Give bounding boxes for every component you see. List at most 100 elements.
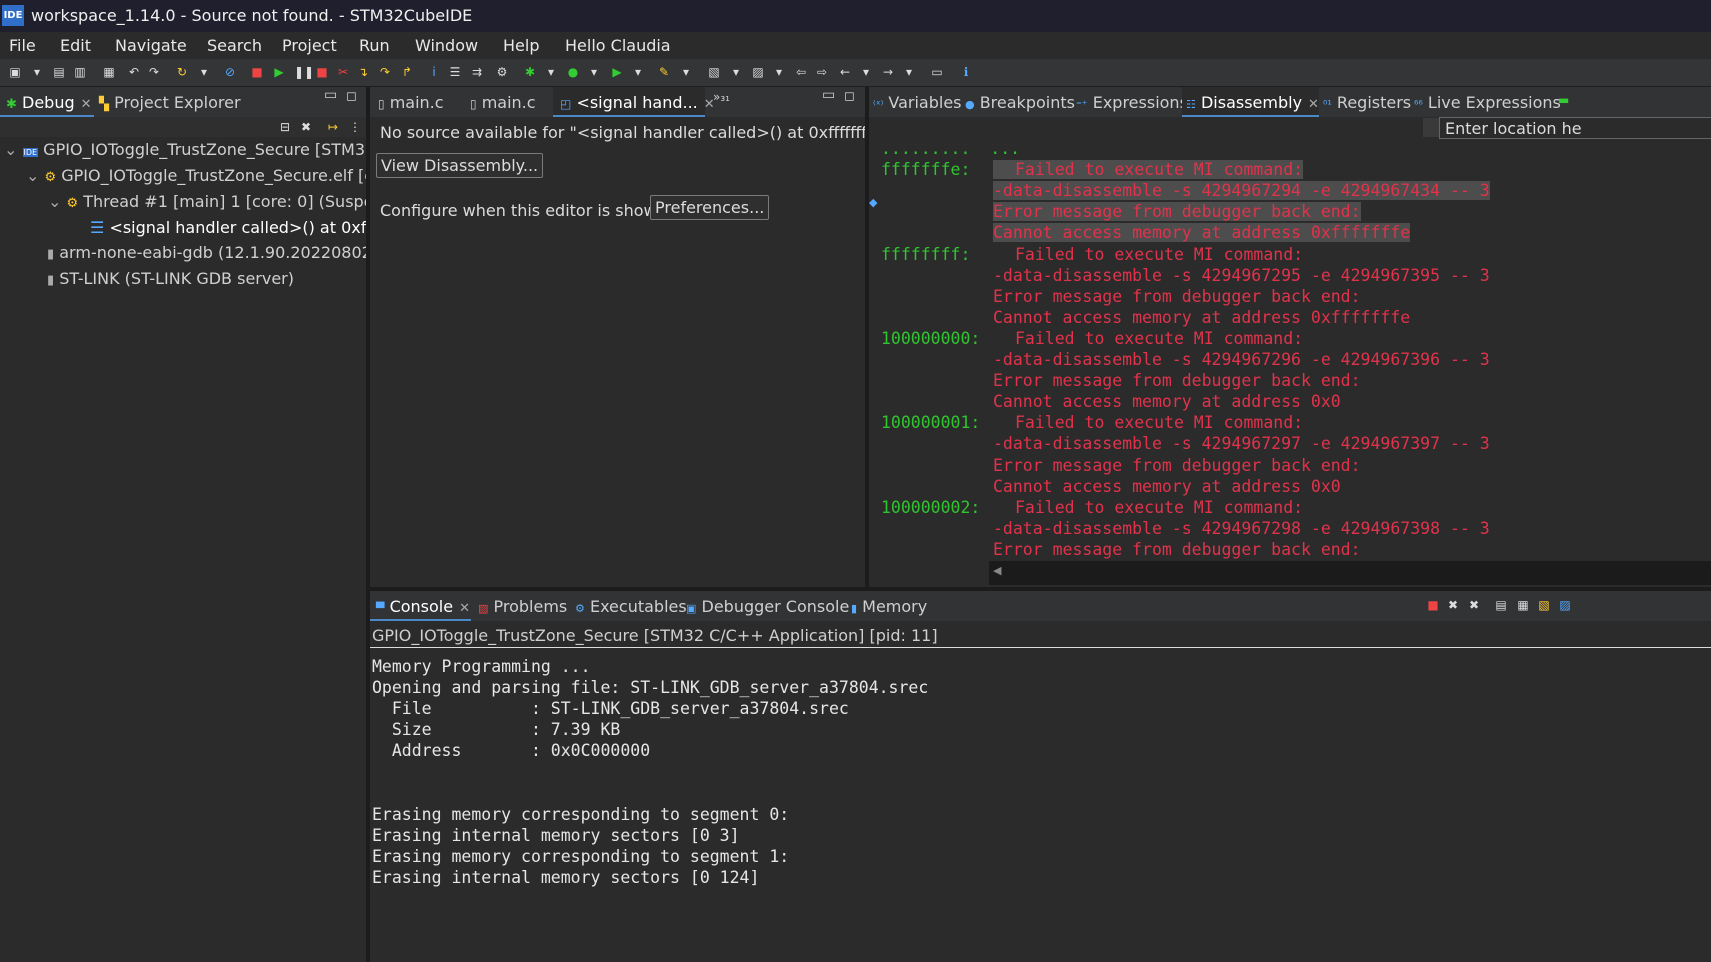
step-filter-icon[interactable]: ↦ [326, 120, 340, 134]
annotation-icon[interactable]: ▧ [707, 65, 721, 79]
tree-item-thread[interactable]: ⌄ ⚙ Thread #1 [main] 1 [core: 0] (Suspen… [48, 192, 404, 211]
more-tabs[interactable]: »₃₁ [713, 90, 730, 104]
perspective-icon[interactable]: ▭ [930, 65, 944, 79]
tab-expressions[interactable]: ⁼⁺ Expressions [1076, 93, 1188, 112]
previous-icon[interactable]: ← [838, 65, 852, 79]
info-icon[interactable]: ℹ [959, 65, 973, 79]
undo-icon[interactable]: ↶ [127, 65, 141, 79]
step-into-icon[interactable]: ↴ [356, 65, 370, 79]
dropdown-icon[interactable]: ▾ [729, 65, 743, 79]
build-icon[interactable]: ▦ [102, 65, 116, 79]
debug-icon[interactable]: ✱ [523, 65, 537, 79]
dropdown-icon[interactable]: ▾ [30, 65, 44, 79]
dropdown-icon[interactable]: ▾ [859, 65, 873, 79]
collapse-all-icon[interactable]: ⊟ [278, 120, 292, 134]
view-disassembly-button[interactable]: View Disassembly... [376, 153, 544, 178]
skip-breakpoints-icon[interactable]: ⊘ [223, 65, 237, 79]
reset-icon[interactable]: ⇉ [470, 65, 484, 79]
view-menu-icon[interactable]: ⋮ [348, 120, 362, 134]
terminate-relaunch-icon[interactable]: ■ [250, 65, 264, 79]
scroll-lock-icon[interactable]: ▦ [1516, 598, 1530, 612]
menu-edit[interactable]: Edit [60, 36, 91, 55]
suspend-icon[interactable]: ❚❚ [294, 65, 314, 79]
tab-problems[interactable]: ▧ Problems [478, 597, 567, 616]
tab-live-expressions[interactable]: ⁶⁶ Live Expressions [1414, 93, 1561, 112]
instruction-stepping-icon[interactable]: i [427, 65, 441, 79]
forward-arrow-icon[interactable]: ⇨ [815, 65, 829, 79]
tab-debugger-console[interactable]: ▣ Debugger Console [686, 597, 849, 616]
menu-hello-user[interactable]: Hello Claudia [565, 36, 671, 55]
new-icon[interactable]: ▣ [8, 65, 22, 79]
tab-memory[interactable]: ▮ Memory [851, 597, 927, 616]
chevron-down-icon[interactable]: ⌄ [26, 166, 39, 185]
tab-signal-handler[interactable]: ◰ <signal hand... ✕ [560, 93, 715, 112]
dropdown-icon[interactable]: ▾ [772, 65, 786, 79]
step-over-icon[interactable]: ↷ [378, 65, 392, 79]
close-icon[interactable]: ✕ [1308, 97, 1319, 112]
tab-main-c-2[interactable]: ▯ main.c [470, 93, 536, 112]
dropdown-icon[interactable]: ▾ [902, 65, 916, 79]
tree-item-launch[interactable]: ⌄ IDE GPIO_IOToggle_TrustZone_Secure [ST… [4, 140, 397, 159]
preferences-button[interactable]: Preferences... [650, 195, 770, 220]
tab-breakpoints[interactable]: ● Breakpoints [965, 93, 1075, 112]
terminate-icon[interactable]: ■ [1426, 598, 1440, 612]
remove-launch-icon[interactable]: ✖ [1446, 598, 1460, 612]
run-icon[interactable]: ● [566, 65, 580, 79]
tree-item-stlink[interactable]: ▮ ST-LINK (ST-LINK GDB server) [47, 269, 294, 288]
location-input[interactable]: Enter location he [1439, 117, 1711, 139]
terminate-icon[interactable]: ■ [315, 65, 329, 79]
word-wrap-icon[interactable]: ▧ [1537, 598, 1551, 612]
pin-icon[interactable]: ▨ [751, 65, 765, 79]
resume-icon[interactable]: ▶ [272, 65, 286, 79]
save-icon[interactable]: ▤ [52, 65, 66, 79]
remove-all-terminated-icon[interactable]: ✖ [299, 120, 313, 134]
external-tools-icon[interactable]: ▶ [610, 65, 624, 79]
dropdown-icon[interactable]: ▾ [587, 65, 601, 79]
horizontal-scrollbar[interactable]: ◀ [989, 561, 1711, 585]
menu-run[interactable]: Run [359, 36, 390, 55]
tree-item-stack-frame[interactable]: ☰ <signal handler called>() at 0xfffffff [90, 218, 366, 237]
menu-project[interactable]: Project [282, 36, 337, 55]
menu-file[interactable]: File [9, 36, 36, 55]
dropdown-icon[interactable]: ▾ [631, 65, 645, 79]
tab-console[interactable]: ▀ Console ✕ [376, 597, 470, 616]
back-arrow-icon[interactable]: ⇦ [794, 65, 808, 79]
tab-debug[interactable]: ✱ Debug ✕ [6, 93, 92, 112]
tab-variables[interactable]: ⁽ˣ⁾ Variables [873, 93, 962, 112]
tab-main-c-1[interactable]: ▯ main.c [378, 93, 444, 112]
minimize-icon[interactable]: ▭ [324, 87, 337, 103]
dropdown-icon[interactable]: ▾ [544, 65, 558, 79]
debug-config-icon[interactable]: ⚙ [495, 65, 509, 79]
tree-item-gdb[interactable]: ▮ arm-none-eabi-gdb (12.1.90.20220802) [47, 243, 378, 262]
dropdown-icon[interactable]: ▾ [197, 65, 211, 79]
disconnect-icon[interactable]: ✂ [336, 65, 350, 79]
menu-search[interactable]: Search [207, 36, 262, 55]
save-all-icon[interactable]: ▥ [73, 65, 87, 79]
next-icon[interactable]: → [881, 65, 895, 79]
maximize-icon[interactable]: ◻ [844, 89, 855, 104]
close-icon[interactable]: ✕ [81, 97, 92, 112]
menu-window[interactable]: Window [415, 36, 478, 55]
tab-executables[interactable]: ⚙ Executables [575, 597, 687, 616]
tab-registers[interactable]: ⁰¹ Registers [1323, 93, 1411, 112]
maximize-icon[interactable]: ◻ [346, 89, 357, 104]
disassembly-view[interactable]: ......... ... fffffffe: Failed to execute… [869, 139, 1711, 562]
dropdown-icon[interactable]: ▾ [679, 65, 693, 79]
restart-icon[interactable]: ☰ [448, 65, 462, 79]
minimize-icon[interactable]: ▭ [822, 87, 835, 103]
chevron-down-icon[interactable]: ⌄ [4, 140, 17, 159]
clear-console-icon[interactable]: ▤ [1494, 598, 1508, 612]
chevron-down-icon[interactable]: ⌄ [48, 192, 61, 211]
tab-disassembly[interactable]: ☷ Disassembly ✕ [1186, 93, 1319, 112]
refresh-icon[interactable]: ↻ [175, 65, 189, 79]
pin-console-icon[interactable]: ▨ [1558, 598, 1572, 612]
tree-item-elf[interactable]: ⌄ ⚙ GPIO_IOToggle_TrustZone_Secure.elf [… [26, 166, 399, 185]
more-views-icon[interactable]: ▬ [1558, 93, 1569, 107]
pen-icon[interactable]: ✎ [657, 65, 671, 79]
redo-icon[interactable]: ↷ [147, 65, 161, 79]
step-return-icon[interactable]: ↱ [400, 65, 414, 79]
tab-project-explorer[interactable]: ▚ Project Explorer [99, 93, 241, 112]
scroll-left-icon[interactable]: ◀ [993, 564, 1001, 577]
close-icon[interactable]: ✕ [459, 601, 470, 616]
menu-help[interactable]: Help [503, 36, 539, 55]
